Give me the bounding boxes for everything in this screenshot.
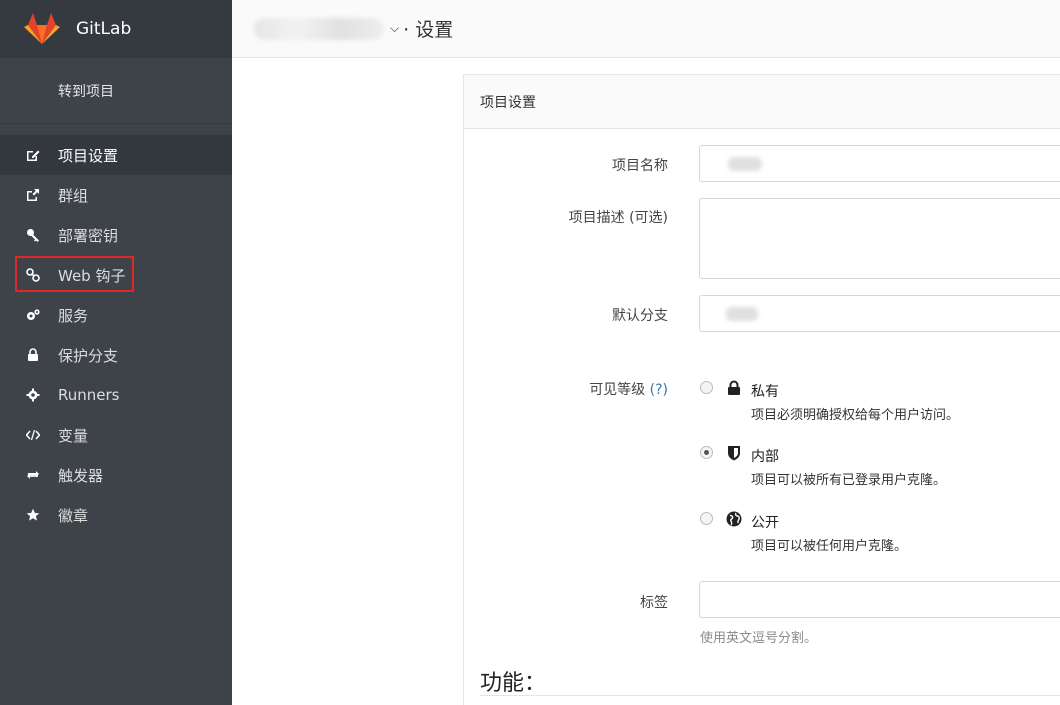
sidebar-item-groups[interactable]: 群组 <box>0 175 232 215</box>
goto-project-link[interactable]: 转到项目 <box>0 58 232 124</box>
default-branch-value-blurred <box>726 307 758 321</box>
shield-icon <box>728 446 740 461</box>
edit-icon <box>24 148 42 162</box>
sidebar-item-webhooks[interactable]: Web 钩子 <box>0 255 232 295</box>
gitlab-logo-icon <box>24 13 60 44</box>
project-name-input[interactable] <box>699 145 1060 182</box>
visibility-private-radio[interactable] <box>700 381 713 394</box>
link-icon <box>24 268 42 282</box>
sidebar-item-project-settings[interactable]: 项目设置 <box>0 135 232 175</box>
visibility-help-link[interactable]: (?) <box>650 382 668 398</box>
lock-icon <box>24 348 42 362</box>
code-icon <box>24 428 42 442</box>
features-divider <box>480 695 1060 696</box>
panel-title: 项目设置 <box>464 75 1060 129</box>
visibility-public-title: 公开 <box>751 515 779 531</box>
star-icon <box>24 508 42 522</box>
share-icon <box>24 188 42 202</box>
sidebar-item-runners[interactable]: Runners <box>0 375 232 415</box>
page-title: · 设置 <box>403 19 454 41</box>
project-name-label: 项目名称 <box>612 158 668 174</box>
sidebar: GitLab 转到项目 项目设置 群组 部署密钥 Web 钩子 服务 保护分支 <box>0 0 232 705</box>
sidebar-item-label: Web 钩子 <box>58 266 126 285</box>
key-icon <box>24 228 42 242</box>
sidebar-item-badges[interactable]: 徽章 <box>0 495 232 535</box>
lock-icon <box>728 380 740 395</box>
project-description-input[interactable] <box>699 198 1060 279</box>
visibility-private-desc: 项目必须明确授权给每个用户访问。 <box>751 408 960 423</box>
tags-hint: 使用英文逗号分割。 <box>700 631 818 646</box>
project-settings-panel: 项目设置 项目名称 项目描述 (可选) 默认分支 可见等级 (?) 私有 项目必… <box>463 74 1060 705</box>
sidebar-item-label: 服务 <box>58 306 89 325</box>
tags-label: 标签 <box>640 595 668 611</box>
sidebar-item-label: 项目设置 <box>58 146 119 165</box>
tags-input[interactable] <box>699 581 1060 618</box>
sidebar-item-deploy-keys[interactable]: 部署密钥 <box>0 215 232 255</box>
brand[interactable]: GitLab <box>0 0 232 58</box>
default-branch-select[interactable] <box>699 295 1060 332</box>
settings-nav: 项目设置 群组 部署密钥 Web 钩子 服务 保护分支 Runners 变量 触… <box>0 124 232 535</box>
visibility-internal-desc: 项目可以被所有已登录用户克隆。 <box>751 473 947 488</box>
sidebar-item-label: 徽章 <box>58 506 89 525</box>
sidebar-item-triggers[interactable]: 触发器 <box>0 455 232 495</box>
sidebar-item-variables[interactable]: 变量 <box>0 415 232 455</box>
header: ⌵ · 设置 <box>232 0 1060 58</box>
features-section-title: 功能： <box>480 671 547 696</box>
sidebar-item-label: 群组 <box>58 186 89 205</box>
project-description-label: 项目描述 (可选) <box>568 210 668 226</box>
sidebar-item-label: 保护分支 <box>58 346 119 365</box>
visibility-public-desc: 项目可以被任何用户克隆。 <box>751 539 908 554</box>
visibility-label: 可见等级 (?) <box>589 382 668 398</box>
breadcrumb-project-blurred[interactable] <box>254 17 384 40</box>
project-name-value-blurred <box>728 157 762 171</box>
visibility-private-title: 私有 <box>751 384 779 400</box>
sidebar-item-label: 部署密钥 <box>58 226 119 245</box>
gear-icon <box>24 388 42 402</box>
retweet-icon <box>24 468 42 482</box>
sidebar-item-protected-branches[interactable]: 保护分支 <box>0 335 232 375</box>
sidebar-item-label: 触发器 <box>58 466 104 485</box>
visibility-internal-title: 内部 <box>751 449 779 465</box>
visibility-public-radio[interactable] <box>700 512 713 525</box>
globe-icon <box>726 511 742 527</box>
sidebar-item-label: Runners <box>58 386 120 404</box>
chevron-down-icon[interactable]: ⌵ <box>390 21 399 36</box>
sidebar-item-services[interactable]: 服务 <box>0 295 232 335</box>
cogs-icon <box>24 308 42 322</box>
brand-name: GitLab <box>76 19 132 39</box>
visibility-internal-radio[interactable] <box>700 446 713 459</box>
sidebar-item-label: 变量 <box>58 426 89 445</box>
default-branch-label: 默认分支 <box>612 308 668 324</box>
